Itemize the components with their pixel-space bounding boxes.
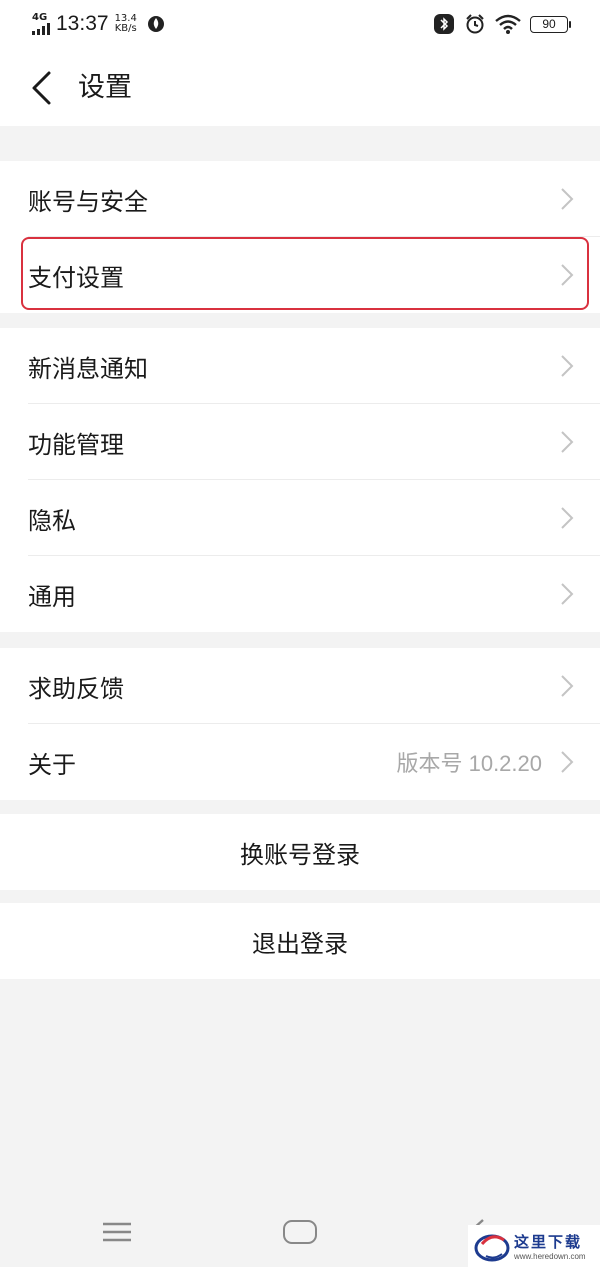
- watermark: 这里下载 www.heredown.com: [468, 1225, 600, 1267]
- bluetooth-icon: [434, 14, 454, 34]
- version-value: 版本号 10.2.20: [396, 751, 542, 776]
- switch-account-label: 换账号登录: [240, 840, 360, 869]
- clock: 13:37: [56, 12, 109, 35]
- signal-bars-icon: [32, 23, 50, 35]
- chevron-right-icon: [561, 507, 574, 529]
- back-button[interactable]: [26, 68, 56, 108]
- chevron-right-icon: [561, 675, 574, 697]
- logout-button[interactable]: 退出登录: [0, 903, 600, 979]
- menu-icon[interactable]: [102, 1222, 132, 1242]
- menu-item-label: 求助反馈: [28, 674, 124, 703]
- logout-group: 退出登录: [0, 903, 600, 979]
- page-title: 设置: [78, 72, 132, 103]
- network-speed: 13.4 KB/s: [115, 14, 137, 34]
- chevron-right-icon: [561, 751, 574, 773]
- chevron-right-icon: [561, 431, 574, 453]
- battery-level: 90: [542, 17, 556, 31]
- switch-account-group: 换账号登录: [0, 814, 600, 890]
- menu-item-feature-management[interactable]: 功能管理: [0, 404, 600, 480]
- menu-item-general[interactable]: 通用: [0, 556, 600, 632]
- wifi-icon: [495, 14, 521, 34]
- watermark-text: 这里下载 www.heredown.com: [514, 1231, 586, 1261]
- menu-item-account-security[interactable]: 账号与安全: [0, 161, 600, 237]
- home-button[interactable]: [283, 1220, 317, 1244]
- switch-account-button[interactable]: 换账号登录: [0, 814, 600, 890]
- watermark-logo-icon: [474, 1234, 510, 1262]
- watermark-url: www.heredown.com: [514, 1252, 586, 1261]
- chevron-right-icon: [561, 583, 574, 605]
- network-type: 4G: [32, 12, 48, 23]
- battery-icon: 90: [530, 15, 571, 33]
- top-bar: 设置: [0, 50, 600, 126]
- menu-item-label: 隐私: [28, 506, 76, 535]
- watermark-name: 这里下载: [514, 1233, 583, 1251]
- settings-group-general: 新消息通知 功能管理 隐私 通用: [0, 328, 600, 632]
- menu-item-new-message-notification[interactable]: 新消息通知: [0, 328, 600, 404]
- menu-item-label: 账号与安全: [28, 187, 148, 216]
- menu-item-label: 关于: [28, 750, 76, 779]
- menu-item-help-feedback[interactable]: 求助反馈: [0, 648, 600, 724]
- menu-item-label: 新消息通知: [28, 354, 148, 383]
- chevron-left-icon: [32, 71, 51, 105]
- chevron-right-icon: [561, 355, 574, 377]
- settings-group-help: 求助反馈 关于 版本号 10.2.20: [0, 648, 600, 800]
- menu-item-privacy[interactable]: 隐私: [0, 480, 600, 556]
- status-bar: 4G 13:37 13.4 KB/s 90: [0, 0, 600, 50]
- signal-indicator: 4G: [32, 13, 50, 35]
- menu-item-label: 通用: [28, 582, 76, 611]
- app-notification-icon: [147, 16, 164, 32]
- chevron-right-icon: [561, 188, 574, 210]
- highlight-box: [21, 237, 589, 310]
- menu-item-about[interactable]: 关于 版本号 10.2.20: [0, 724, 600, 800]
- logout-label: 退出登录: [252, 929, 348, 958]
- alarm-icon: [466, 14, 484, 34]
- menu-item-label: 功能管理: [28, 430, 124, 459]
- speed-unit: KB/s: [114, 23, 137, 34]
- status-right: 90: [433, 10, 571, 38]
- status-left: 4G 13:37 13.4 KB/s: [32, 10, 165, 38]
